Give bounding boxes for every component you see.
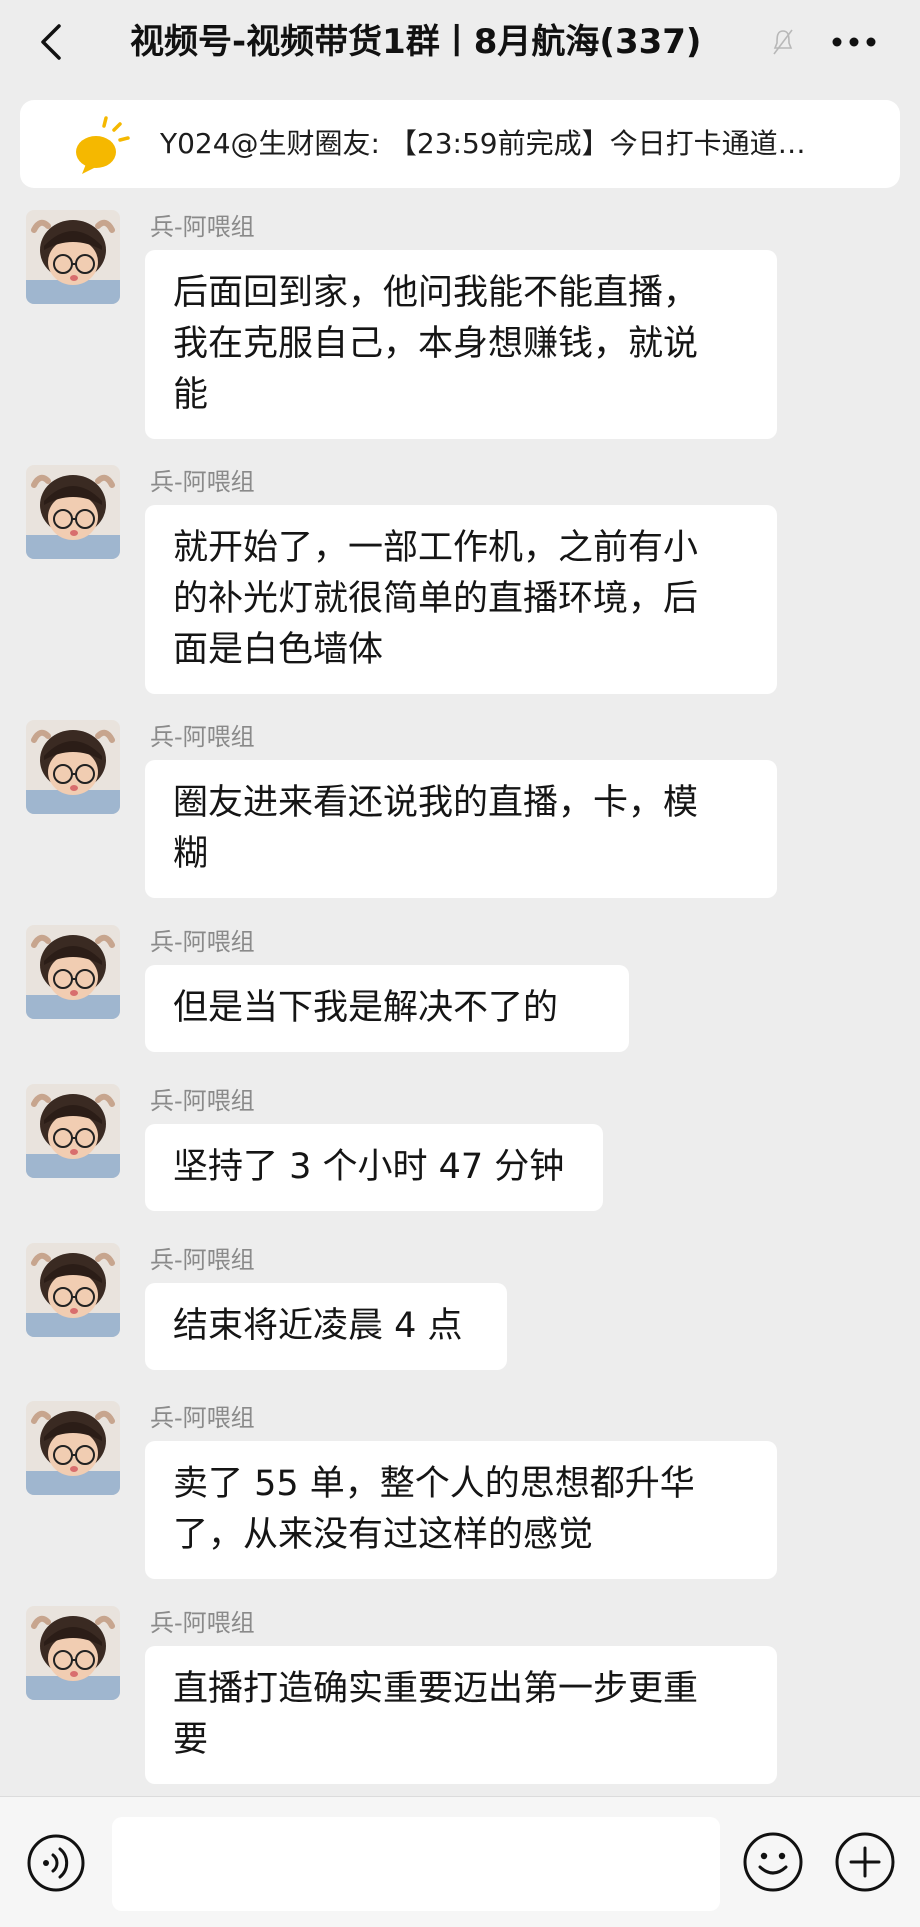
message-bubble[interactable]: 但是当下我是解决不了的 bbox=[145, 965, 629, 1052]
message-bubble[interactable]: 直播打造确实重要迈出第一步更重要 bbox=[145, 1646, 777, 1784]
avatar[interactable] bbox=[26, 1606, 120, 1700]
sender-name: 兵-阿喂组 bbox=[150, 1404, 255, 1432]
message-bubble[interactable]: 坚持了 3 个小时 47 分钟 bbox=[145, 1124, 603, 1211]
avatar[interactable] bbox=[26, 925, 120, 1019]
avatar[interactable] bbox=[26, 1243, 120, 1337]
plus-icon[interactable] bbox=[834, 1831, 896, 1893]
voice-icon[interactable] bbox=[26, 1833, 86, 1893]
message-line: 能 bbox=[173, 375, 209, 415]
message-bubble[interactable]: 结束将近凌晨 4 点 bbox=[145, 1283, 507, 1370]
sender-name: 兵-阿喂组 bbox=[150, 1609, 255, 1637]
message-line: 圈友进来看还说我的直播，卡，模 bbox=[173, 783, 699, 823]
message-line: 我在克服自己，本身想赚钱，就说 bbox=[173, 324, 699, 364]
sender-name: 兵-阿喂组 bbox=[150, 928, 255, 956]
chat-title[interactable]: 视频号-视频带货1群丨8月航海(337) bbox=[130, 12, 770, 72]
message-input[interactable] bbox=[112, 1817, 720, 1911]
sender-name: 兵-阿喂组 bbox=[150, 723, 255, 751]
mute-bell-icon bbox=[770, 24, 796, 60]
message-line: 坚持了 3 个小时 47 分钟 bbox=[173, 1147, 565, 1187]
message-bubble[interactable]: 卖了 55 单，整个人的思想都升华 了，从来没有过这样的感觉 bbox=[145, 1441, 777, 1579]
message-line: 结束将近凌晨 4 点 bbox=[173, 1306, 463, 1346]
message-bubble[interactable]: 后面回到家，他问我能不能直播， 我在克服自己，本身想赚钱，就说能 bbox=[145, 250, 777, 439]
message-bubble[interactable]: 圈友进来看还说我的直播，卡，模糊 bbox=[145, 760, 777, 898]
emoji-icon[interactable] bbox=[742, 1831, 804, 1893]
message-line: 要 bbox=[173, 1720, 209, 1760]
message-bubble[interactable]: 就开始了，一部工作机，之前有小 的补光灯就很简单的直播环境，后 面是白色墙体 bbox=[145, 505, 777, 694]
more-dots-icon[interactable] bbox=[824, 20, 884, 64]
chevron-left-icon[interactable] bbox=[30, 20, 74, 64]
avatar[interactable] bbox=[26, 465, 120, 559]
input-bar bbox=[0, 1796, 920, 1927]
message-line: 直播打造确实重要迈出第一步更重 bbox=[173, 1669, 699, 1709]
pinned-announcement[interactable]: Y024@生财圈友: 【23:59前完成】今日打卡通道… bbox=[20, 100, 900, 188]
message-line: 的补光灯就很简单的直播环境，后 bbox=[173, 579, 699, 619]
message-line: 但是当下我是解决不了的 bbox=[173, 988, 559, 1028]
top-bar: 视频号-视频带货1群丨8月航海(337) bbox=[0, 0, 920, 84]
message-line: 卖了 55 单，整个人的思想都升华 bbox=[173, 1464, 695, 1504]
message-line: 糊 bbox=[173, 834, 209, 874]
sender-name: 兵-阿喂组 bbox=[150, 1087, 255, 1115]
sender-name: 兵-阿喂组 bbox=[150, 468, 255, 496]
message-line: 面是白色墙体 bbox=[173, 630, 384, 670]
avatar[interactable] bbox=[26, 210, 120, 304]
message-line: 就开始了，一部工作机，之前有小 bbox=[173, 528, 699, 568]
sender-name: 兵-阿喂组 bbox=[150, 213, 255, 241]
avatar[interactable] bbox=[26, 1084, 120, 1178]
message-line: 了，从来没有过这样的感觉 bbox=[173, 1515, 594, 1555]
lightbulb-icon bbox=[70, 116, 134, 176]
avatar[interactable] bbox=[26, 1401, 120, 1495]
message-line: 后面回到家，他问我能不能直播， bbox=[173, 273, 699, 313]
avatar[interactable] bbox=[26, 720, 120, 814]
pinned-text: Y024@生财圈友: 【23:59前完成】今日打卡通道… bbox=[160, 127, 806, 160]
sender-name: 兵-阿喂组 bbox=[150, 1246, 255, 1274]
